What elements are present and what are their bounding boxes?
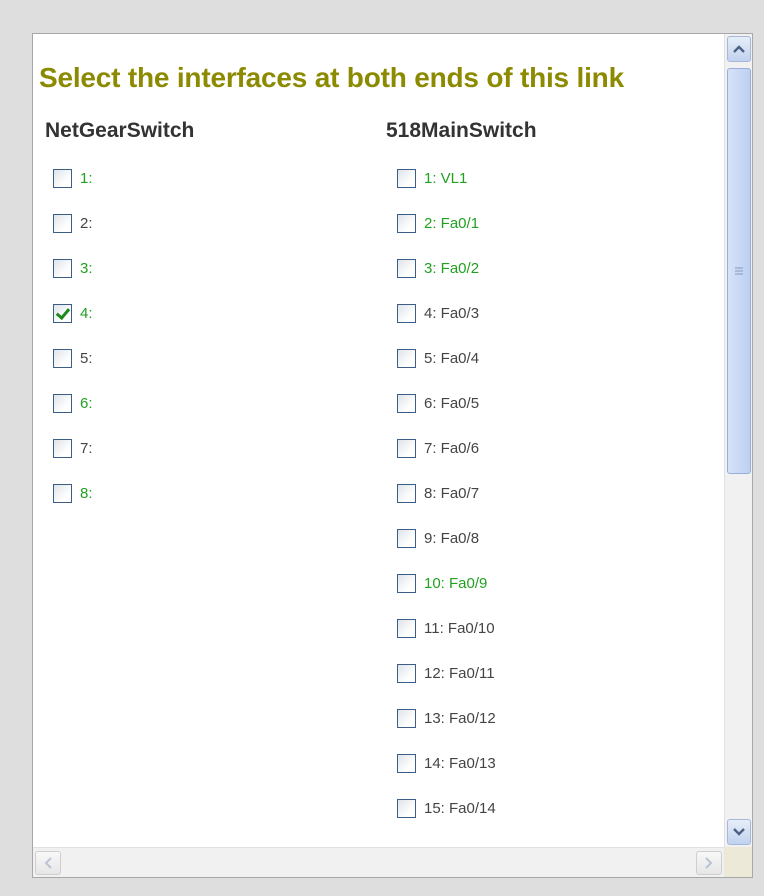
arrow-up-icon <box>733 45 745 53</box>
interface-checkbox[interactable] <box>53 258 72 278</box>
interface-label: 7: <box>80 439 93 457</box>
interface-label: 5: <box>80 349 93 367</box>
interface-label: 2: Fa0/1 <box>424 214 480 232</box>
interface-option[interactable]: 4: Fa0/3 <box>397 301 479 325</box>
arrow-down-icon <box>733 828 745 836</box>
interface-checkbox[interactable] <box>397 393 416 413</box>
interface-checkbox[interactable] <box>397 663 416 683</box>
interface-checkbox[interactable] <box>397 348 416 368</box>
interface-checkbox[interactable] <box>397 213 416 233</box>
interface-label: 10: Fa0/9 <box>424 574 488 592</box>
interface-option[interactable]: 1: VL1 <box>397 166 467 190</box>
vertical-scroll-thumb[interactable] <box>727 68 751 474</box>
interface-checkbox[interactable] <box>397 753 416 773</box>
interface-option[interactable]: 5: <box>53 346 93 370</box>
vertical-scrollbar[interactable] <box>724 34 752 847</box>
interface-option[interactable]: 8: Fa0/7 <box>397 481 479 505</box>
interface-option[interactable]: 8: <box>53 481 93 505</box>
scroll-down-button[interactable] <box>727 819 751 845</box>
panel-content: Select the interfaces at both ends of th… <box>33 34 724 847</box>
interface-checkbox[interactable] <box>53 483 72 503</box>
interface-label: 2: <box>80 214 93 232</box>
interface-checkbox[interactable] <box>397 258 416 278</box>
interface-option[interactable]: 7: <box>53 436 93 460</box>
interface-checkbox[interactable] <box>53 168 72 188</box>
interface-checkbox[interactable] <box>397 303 416 323</box>
interface-label: 4: Fa0/3 <box>424 304 480 322</box>
interface-label: 8: <box>80 484 93 502</box>
interface-option[interactable]: 1: <box>53 166 93 190</box>
interface-label: 13: Fa0/12 <box>424 709 496 727</box>
interface-checkbox[interactable] <box>397 573 416 593</box>
interface-option[interactable]: 2: Fa0/1 <box>397 211 479 235</box>
interface-option[interactable]: 4: <box>53 301 93 325</box>
interface-checkbox[interactable] <box>53 213 72 233</box>
scroll-left-button[interactable] <box>35 851 61 875</box>
interface-checkbox[interactable] <box>397 708 416 728</box>
interface-label: 14: Fa0/13 <box>424 754 496 772</box>
interface-option[interactable]: 3: <box>53 256 93 280</box>
interface-option[interactable]: 13: Fa0/12 <box>397 706 496 730</box>
interface-option[interactable]: 10: Fa0/9 <box>397 571 487 595</box>
arrow-right-icon <box>705 857 713 869</box>
interface-option[interactable]: 3: Fa0/2 <box>397 256 479 280</box>
interface-checkbox[interactable] <box>397 483 416 503</box>
interface-label: 1: <box>80 169 93 187</box>
interface-label: 8: Fa0/7 <box>424 484 480 502</box>
scrollbar-corner <box>724 847 752 877</box>
interface-option[interactable]: 9: Fa0/8 <box>397 526 479 550</box>
interface-checkbox[interactable] <box>397 168 416 188</box>
arrow-left-icon <box>44 857 52 869</box>
scroll-right-button[interactable] <box>696 851 722 875</box>
interface-label: 5: Fa0/4 <box>424 349 480 367</box>
interface-label: 9: Fa0/8 <box>424 529 480 547</box>
page-title: Select the interfaces at both ends of th… <box>39 62 624 93</box>
interface-label: 3: <box>80 259 93 277</box>
interface-label: 6: <box>80 394 93 412</box>
interface-checkbox[interactable] <box>397 798 416 818</box>
interface-label: 3: Fa0/2 <box>424 259 480 277</box>
interface-label: 1: VL1 <box>424 169 468 187</box>
interface-option[interactable]: 15: Fa0/14 <box>397 796 496 820</box>
interface-checkbox[interactable] <box>397 438 416 458</box>
interface-option[interactable]: 6: Fa0/5 <box>397 391 479 415</box>
interface-option[interactable]: 11: Fa0/10 <box>397 616 495 640</box>
interface-option[interactable]: 2: <box>53 211 93 235</box>
right-device-title: 518MainSwitch <box>386 119 537 142</box>
interface-option[interactable]: 7: Fa0/6 <box>397 436 479 460</box>
interface-checkbox[interactable] <box>53 393 72 413</box>
interface-checkbox[interactable] <box>397 528 416 548</box>
interface-checkbox[interactable] <box>397 618 416 638</box>
interface-option[interactable]: 14: Fa0/13 <box>397 751 496 775</box>
interface-option[interactable]: 12: Fa0/11 <box>397 661 495 685</box>
interface-option[interactable]: 5: Fa0/4 <box>397 346 479 370</box>
scroll-up-button[interactable] <box>727 36 751 62</box>
grip-icon <box>735 267 743 275</box>
interface-checkbox[interactable] <box>53 348 72 368</box>
interface-label: 15: Fa0/14 <box>424 799 496 817</box>
interface-label: 4: <box>80 304 93 322</box>
left-device-title: NetGearSwitch <box>45 119 195 142</box>
interface-label: 12: Fa0/11 <box>424 664 495 682</box>
interface-label: 11: Fa0/10 <box>424 619 495 637</box>
interface-option[interactable]: 6: <box>53 391 93 415</box>
interface-selector-panel: Select the interfaces at both ends of th… <box>32 33 753 878</box>
horizontal-scrollbar[interactable] <box>33 847 724 877</box>
interface-label: 6: Fa0/5 <box>424 394 480 412</box>
interface-checkbox-checked[interactable] <box>53 303 72 323</box>
interface-checkbox[interactable] <box>53 438 72 458</box>
interface-label: 7: Fa0/6 <box>424 439 480 457</box>
